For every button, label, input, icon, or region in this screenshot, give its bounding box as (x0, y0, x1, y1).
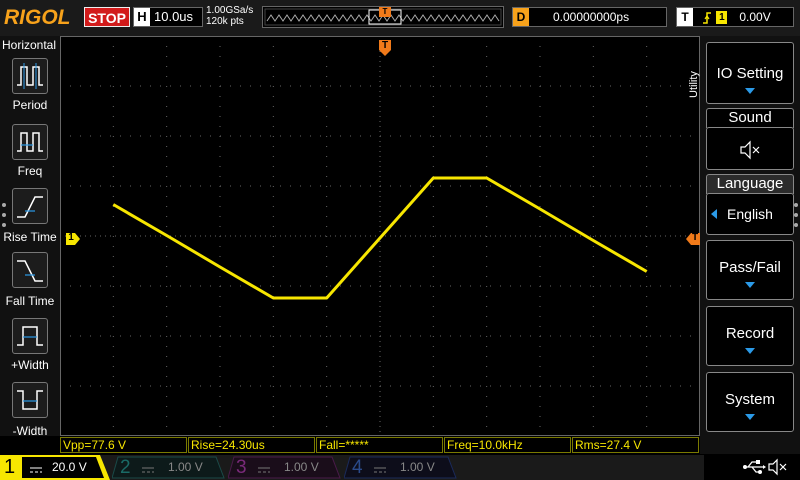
scroll-dot (794, 213, 798, 217)
acquisition-info: 1.00GSa/s 120k pts (206, 5, 253, 27)
trigger-source: 1 (716, 11, 728, 25)
usb-icon (743, 460, 766, 474)
scroll-dot (794, 203, 798, 207)
rise-time-icon (17, 196, 43, 218)
fall-time-icon (17, 260, 43, 282)
trigger-indicator[interactable]: T 1 0.00V (676, 7, 794, 27)
measurement-rms[interactable]: Rms=27.4 V (572, 437, 699, 453)
timebase-indicator[interactable]: H 10.0us (133, 7, 203, 27)
io-setting-button[interactable]: IO Setting (706, 42, 794, 104)
io-setting-label: IO Setting (716, 65, 784, 82)
delay-indicator[interactable]: D 0.00000000ps (512, 7, 667, 27)
channel-2-scale: 1.00 V (168, 460, 203, 474)
sound-title: Sound (706, 108, 794, 128)
measurement-freq[interactable]: Freq=10.0kHz (444, 437, 571, 453)
trigger-level-label: T (691, 232, 699, 243)
dc-coupling-icon (30, 462, 42, 473)
timebase-label: H (134, 8, 150, 26)
trigger-label: T (677, 8, 693, 26)
fall-time-label: Fall Time (5, 294, 55, 308)
negative-width-label: -Width (12, 424, 48, 438)
scroll-dot (2, 223, 6, 227)
measure-menu-title: Horizontal (2, 38, 57, 52)
delay-value: 0.00000000ps (553, 10, 630, 24)
dc-coupling-icon (142, 462, 154, 473)
positive-width-label: +Width (11, 358, 49, 372)
dc-coupling-icon (258, 462, 270, 473)
memory-trigger-marker: T (379, 7, 391, 17)
speaker-muted-icon (740, 140, 760, 160)
channel-1-number: 1 (4, 456, 16, 478)
fall-time-measure-button[interactable] (12, 252, 48, 288)
period-icon (17, 63, 43, 89)
channel-3-scale: 1.00 V (284, 460, 319, 474)
utility-tab[interactable]: Utility (688, 71, 700, 98)
language-value: English (727, 206, 773, 222)
record-label: Record (725, 325, 775, 342)
chevron-down-icon (745, 88, 755, 94)
run-stop-status[interactable]: STOP (84, 7, 130, 27)
trigger-position-label: T (381, 40, 389, 51)
status-icons-area (704, 455, 800, 480)
rise-time-measure-button[interactable] (12, 188, 48, 224)
freq-label: Freq (17, 164, 43, 178)
period-label: Period (12, 98, 48, 112)
rising-edge-icon (702, 8, 712, 26)
timebase-value: 10.0us (154, 9, 194, 24)
channel-2-tab[interactable]: 2 1.00 V (112, 455, 226, 480)
channel-1-offset-marker[interactable]: 1 (66, 232, 80, 245)
channel-3-tab[interactable]: 3 1.00 V (228, 455, 342, 480)
channel-1-tab[interactable]: 1 20.0 V (0, 455, 110, 480)
trigger-level-value: 0.00V (739, 10, 771, 24)
positive-width-measure-button[interactable] (12, 318, 48, 354)
measurement-vpp[interactable]: Vpp=77.6 V (60, 437, 187, 453)
chevron-left-icon (711, 209, 717, 219)
speaker-muted-icon (768, 458, 787, 476)
language-selector[interactable]: English (706, 193, 794, 235)
chevron-down-icon (745, 282, 755, 288)
negative-width-measure-button[interactable] (12, 382, 48, 418)
period-measure-button[interactable] (12, 58, 48, 94)
sample-rate: 1.00GSa/s (206, 5, 254, 16)
dc-coupling-icon (374, 462, 386, 473)
channel-3-number: 3 (236, 457, 247, 478)
channel-1-scale: 20.0 V (52, 460, 87, 474)
system-label: System (724, 391, 775, 408)
pass-fail-button[interactable]: Pass/Fail (706, 240, 794, 300)
chevron-down-icon (745, 414, 755, 420)
freq-icon (17, 132, 43, 152)
channel-4-number: 4 (352, 457, 363, 478)
sound-button[interactable] (706, 127, 794, 170)
brand-logo: RIGOL (4, 6, 71, 29)
positive-width-icon (17, 326, 43, 346)
channel-4-tab[interactable]: 4 1.00 V (344, 455, 458, 480)
freq-measure-button[interactable] (12, 124, 48, 160)
waveform-display[interactable] (60, 36, 700, 436)
scroll-dot (2, 213, 6, 217)
memory-overview[interactable]: T (262, 6, 504, 28)
scroll-dot (794, 223, 798, 227)
measurement-fall[interactable]: Fall=***** (316, 437, 443, 453)
trigger-position-marker[interactable]: T (379, 40, 391, 56)
measurement-rise[interactable]: Rise=24.30us (188, 437, 315, 453)
chevron-down-icon (745, 348, 755, 354)
trigger-level-marker[interactable]: T (686, 232, 700, 245)
delay-label: D (513, 8, 529, 26)
channel-2-number: 2 (120, 457, 131, 478)
negative-width-icon (17, 390, 43, 410)
scroll-dot (2, 203, 6, 207)
channel-1-marker-label: 1 (68, 232, 74, 243)
language-title: Language (706, 174, 794, 194)
pass-fail-label: Pass/Fail (719, 259, 781, 276)
system-button[interactable]: System (706, 372, 794, 432)
channel-4-scale: 1.00 V (400, 460, 435, 474)
memory-depth: 120k pts (206, 16, 244, 27)
record-button[interactable]: Record (706, 306, 794, 366)
rise-time-label: Rise Time (3, 230, 57, 244)
